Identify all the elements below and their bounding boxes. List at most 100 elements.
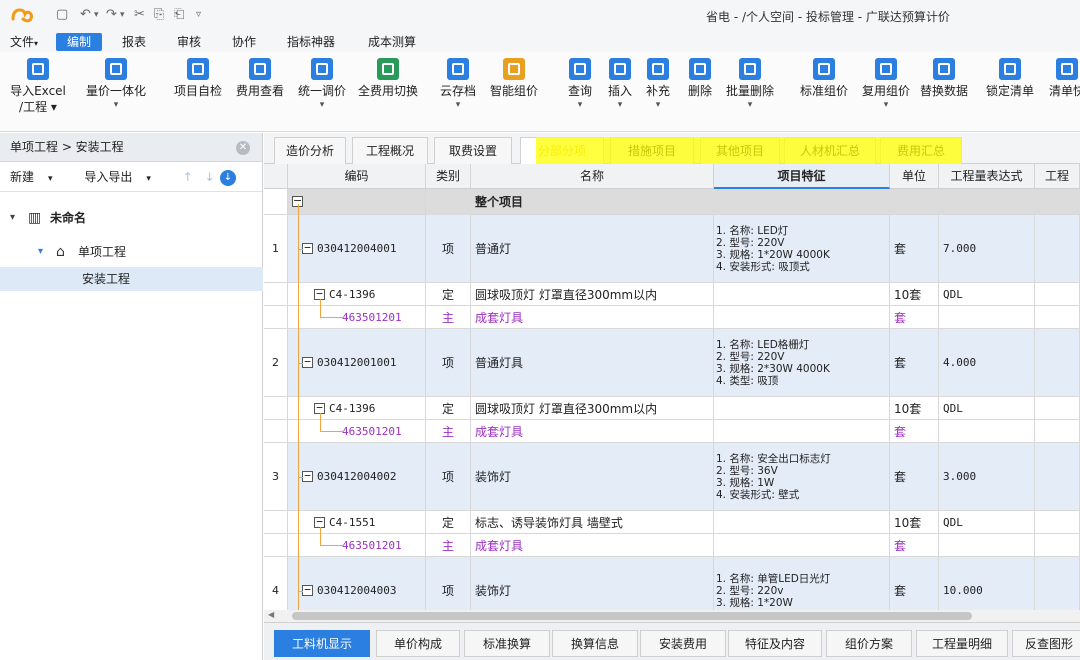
- bill-item-row[interactable]: 2−030412001001 项普通灯具 1. 名称: LED格栅灯 2. 型号: 2…: [264, 329, 1080, 397]
- ribbon-button-12[interactable]: 批量删除 ▾: [718, 58, 782, 111]
- ribbon-button-9[interactable]: 插入 ▾: [602, 58, 638, 111]
- unit-cell[interactable]: 套: [890, 306, 939, 329]
- tab-1[interactable]: 工程概况: [352, 137, 428, 164]
- quantity-expr-cell[interactable]: QDL: [939, 283, 1035, 306]
- quantity-expr-cell[interactable]: 4.000: [939, 329, 1035, 397]
- tree-expand-icon[interactable]: ▾: [10, 206, 15, 230]
- tab-4[interactable]: 措施项目: [610, 137, 694, 164]
- quantity-expr-cell[interactable]: [939, 420, 1035, 443]
- quantity-cell[interactable]: [1035, 215, 1080, 283]
- bill-item-row[interactable]: 1−030412004001 项普通灯 1. 名称: LED灯 2. 型号: 220V…: [264, 215, 1080, 283]
- collapse-icon[interactable]: −: [314, 402, 325, 414]
- code-cell[interactable]: − C4-1396: [288, 397, 426, 420]
- tab-2[interactable]: 取费设置: [434, 137, 512, 164]
- feature-cell[interactable]: 1. 名称: LED格栅灯 2. 型号: 220V 3. 规格: 2*30W 400…: [714, 329, 890, 397]
- column-header-7[interactable]: 工程: [1035, 164, 1080, 189]
- tree-node-2[interactable]: 安装工程: [0, 267, 263, 291]
- tree-node-1[interactable]: ▾ ⌂ 单项工程: [0, 240, 263, 264]
- collapse-icon[interactable]: −: [302, 470, 313, 482]
- copy-icon[interactable]: ⎘: [154, 7, 164, 23]
- collapse-icon[interactable]: −: [302, 584, 313, 596]
- column-header-5[interactable]: 单位: [890, 164, 939, 189]
- bottom-tab-4[interactable]: 安装费用: [640, 630, 726, 657]
- column-header-3[interactable]: 名称: [471, 164, 714, 189]
- move-down-icon[interactable]: ↓: [205, 170, 215, 184]
- column-header-1[interactable]: 编码: [288, 164, 426, 189]
- horizontal-scrollbar[interactable]: ◀: [264, 610, 1080, 622]
- feature-cell[interactable]: [714, 534, 890, 557]
- quantity-cell[interactable]: [1035, 557, 1080, 610]
- ribbon-button-2[interactable]: 项目自检: [166, 58, 230, 99]
- unit-cell[interactable]: 套: [890, 443, 939, 511]
- ribbon-button-4[interactable]: 统一调价 ▾: [292, 58, 352, 111]
- column-header-0[interactable]: [264, 164, 288, 189]
- menu-cost-calc[interactable]: 成本测算: [362, 33, 422, 51]
- name-cell[interactable]: 普通灯: [471, 215, 714, 283]
- code-cell[interactable]: −030412004001: [288, 215, 426, 283]
- redo-icon[interactable]: ↷: [106, 7, 117, 23]
- unit-cell[interactable]: 套: [890, 215, 939, 283]
- ribbon-button-14[interactable]: 复用组价 ▾: [856, 58, 916, 111]
- collapse-icon[interactable]: −: [302, 356, 313, 368]
- tab-7[interactable]: 费用汇总: [880, 137, 962, 164]
- code-cell[interactable]: −030412001001: [288, 329, 426, 397]
- material-row[interactable]: 463501201 主成套灯具 套: [264, 534, 1080, 557]
- unit-cell[interactable]: 套: [890, 534, 939, 557]
- unit-cell[interactable]: 10套: [890, 283, 939, 306]
- code-cell[interactable]: 463501201: [288, 534, 426, 557]
- quantity-cell[interactable]: [1035, 420, 1080, 443]
- name-cell[interactable]: 装饰灯: [471, 443, 714, 511]
- name-cell[interactable]: 标志、诱导装饰灯具 墙壁式: [471, 511, 714, 534]
- quota-row[interactable]: − C4-1396 定圆球吸顶灯 灯罩直径300mm以内 10套 QDL: [264, 283, 1080, 306]
- undo-dropdown-icon[interactable]: ▾: [94, 7, 99, 23]
- tab-6[interactable]: 人材机汇总: [784, 137, 876, 164]
- ribbon-button-1[interactable]: 量价一体化 ▾: [80, 58, 152, 111]
- scrollbar-thumb[interactable]: [292, 612, 972, 620]
- feature-cell[interactable]: [714, 420, 890, 443]
- quantity-cell[interactable]: [1035, 534, 1080, 557]
- undo-icon[interactable]: ↶: [80, 7, 91, 23]
- menu-edit[interactable]: 编制: [56, 33, 103, 51]
- menu-file[interactable]: 文件▾: [4, 33, 44, 51]
- scroll-left-icon[interactable]: ◀: [268, 610, 274, 619]
- feature-cell[interactable]: 1. 名称: 单管LED日光灯 2. 型号: 220v 3. 规格: 1*20W: [714, 557, 890, 610]
- tree-expand-icon[interactable]: ▾: [38, 240, 43, 264]
- code-cell[interactable]: 463501201: [288, 420, 426, 443]
- bottom-tab-8[interactable]: 反查图形: [1012, 630, 1080, 657]
- quantity-expr-cell[interactable]: 3.000: [939, 443, 1035, 511]
- quantity-cell[interactable]: [1035, 283, 1080, 306]
- quantity-cell[interactable]: [1035, 306, 1080, 329]
- ribbon-button-5[interactable]: 全费用切换: [352, 58, 424, 99]
- new-button[interactable]: 新建 ▾: [10, 170, 67, 184]
- quantity-expr-cell[interactable]: [939, 534, 1035, 557]
- menu-review[interactable]: 审核: [171, 33, 207, 51]
- quantity-cell[interactable]: [1035, 397, 1080, 420]
- bottom-tab-1[interactable]: 单价构成: [376, 630, 460, 657]
- move-up-icon[interactable]: ↑: [183, 170, 193, 184]
- feature-cell[interactable]: [714, 511, 890, 534]
- collapse-all-icon[interactable]: ↓: [220, 170, 236, 186]
- quantity-expr-cell[interactable]: QDL: [939, 511, 1035, 534]
- save-icon[interactable]: ▢: [56, 7, 68, 23]
- quantity-expr-cell[interactable]: QDL: [939, 397, 1035, 420]
- ribbon-button-16[interactable]: 锁定清单: [978, 58, 1042, 99]
- ribbon-button-11[interactable]: 删除: [680, 58, 720, 99]
- unit-cell[interactable]: 10套: [890, 397, 939, 420]
- tab-0[interactable]: 造价分析: [274, 137, 346, 164]
- column-header-2[interactable]: 类别: [426, 164, 471, 189]
- code-cell[interactable]: 463501201: [288, 306, 426, 329]
- feature-cell[interactable]: [714, 306, 890, 329]
- paste-icon[interactable]: ⎗: [174, 7, 184, 23]
- quantity-expr-cell[interactable]: [939, 306, 1035, 329]
- unit-cell[interactable]: 套: [890, 420, 939, 443]
- ribbon-button-6[interactable]: 云存档 ▾: [436, 58, 480, 111]
- close-panel-icon[interactable]: ✕: [236, 141, 250, 155]
- quantity-cell[interactable]: [1035, 329, 1080, 397]
- code-cell[interactable]: −030412004002: [288, 443, 426, 511]
- ribbon-button-13[interactable]: 标准组价: [792, 58, 856, 99]
- bottom-tab-6[interactable]: 组价方案: [826, 630, 912, 657]
- column-header-4[interactable]: 项目特征: [714, 164, 890, 189]
- code-cell[interactable]: − C4-1551: [288, 511, 426, 534]
- unit-cell[interactable]: 套: [890, 557, 939, 610]
- name-cell[interactable]: 成套灯具: [471, 420, 714, 443]
